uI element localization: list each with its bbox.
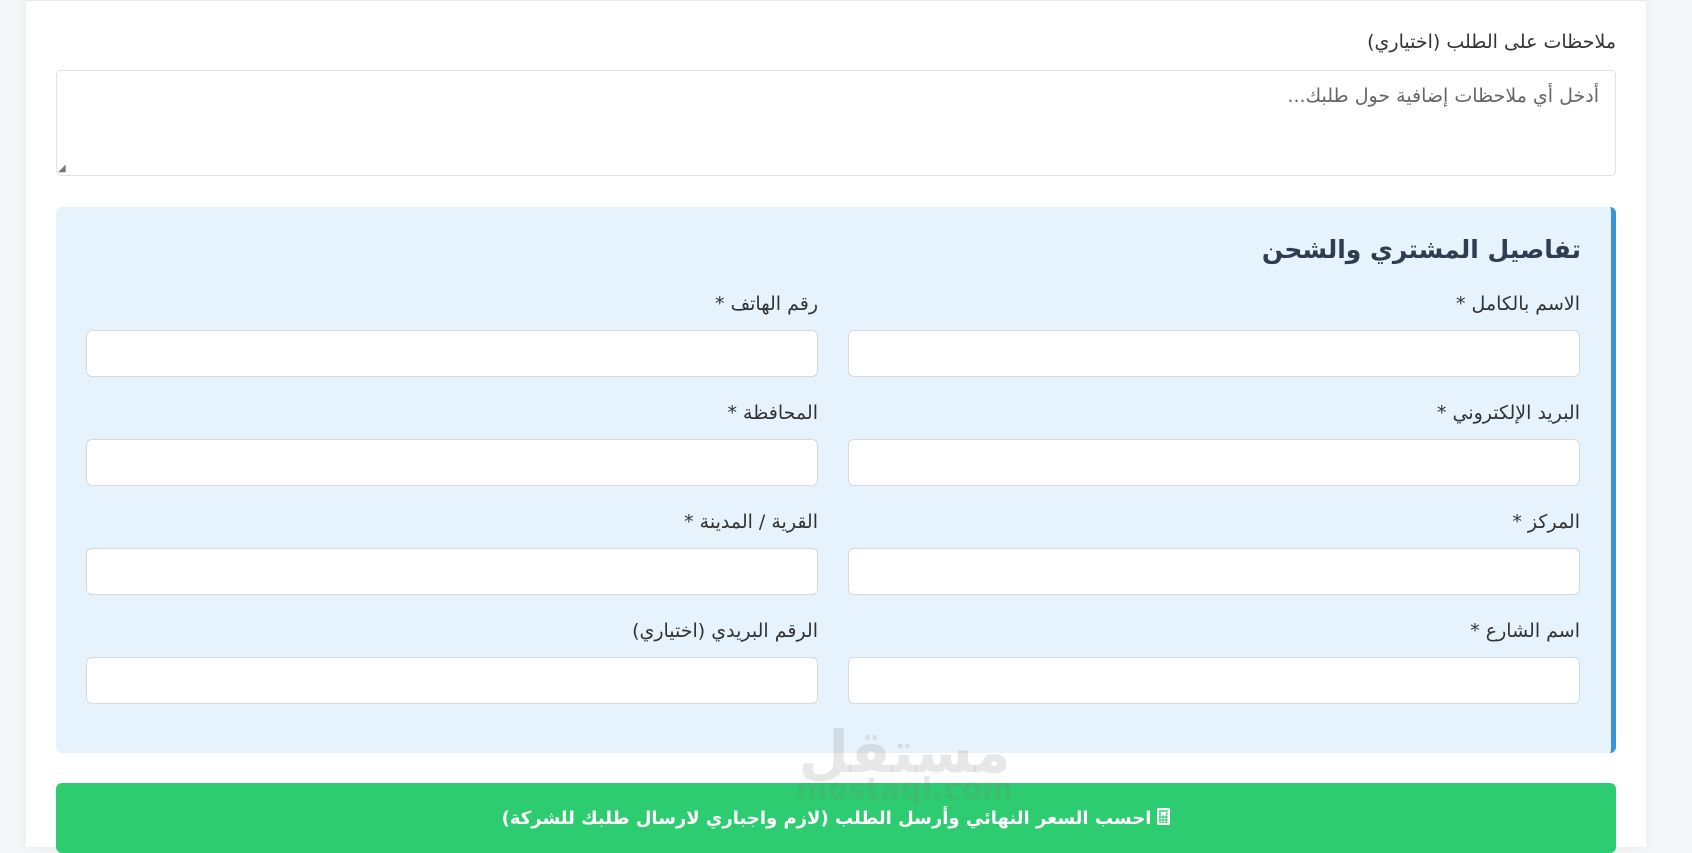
calculator-icon [1157, 808, 1171, 825]
email-label: البريد الإلكتروني * [1436, 402, 1580, 424]
governorate-input[interactable] [86, 439, 818, 486]
resize-handle-icon[interactable]: ◢ [58, 164, 68, 174]
full-name-label: الاسم بالكامل * [1456, 293, 1580, 315]
center-input[interactable] [848, 548, 1580, 595]
calculate-submit-button[interactable]: احسب السعر النهائي وأرسل الطلب (لازم واج… [56, 783, 1616, 853]
order-notes-textarea[interactable] [56, 70, 1616, 176]
order-form-card: ملاحظات على الطلب (اختياري) ◢ تفاصيل الم… [26, 0, 1646, 853]
full-name-input[interactable] [848, 330, 1580, 377]
email-input[interactable] [848, 439, 1580, 486]
governorate-label: المحافظة * [727, 402, 818, 424]
center-label: المركز * [1512, 511, 1580, 533]
order-notes-label: ملاحظات على الطلب (اختياري) [1367, 31, 1616, 53]
phone-input[interactable] [86, 330, 818, 377]
street-input[interactable] [848, 657, 1580, 704]
street-label: اسم الشارع * [1470, 620, 1580, 642]
postal-code-label: الرقم البريدي (اختياري) [632, 620, 818, 642]
form-container: ملاحظات على الطلب (اختياري) ◢ تفاصيل الم… [56, 1, 1616, 853]
village-city-input[interactable] [86, 548, 818, 595]
village-city-label: القرية / المدينة * [684, 511, 818, 533]
buyer-shipping-section: تفاصيل المشتري والشحن الاسم بالكامل * رق… [56, 207, 1616, 753]
submit-button-label: احسب السعر النهائي وأرسل الطلب (لازم واج… [501, 808, 1152, 829]
phone-label: رقم الهاتف * [714, 293, 818, 315]
section-title: تفاصيل المشتري والشحن [1261, 235, 1581, 264]
postal-code-input[interactable] [86, 657, 818, 704]
